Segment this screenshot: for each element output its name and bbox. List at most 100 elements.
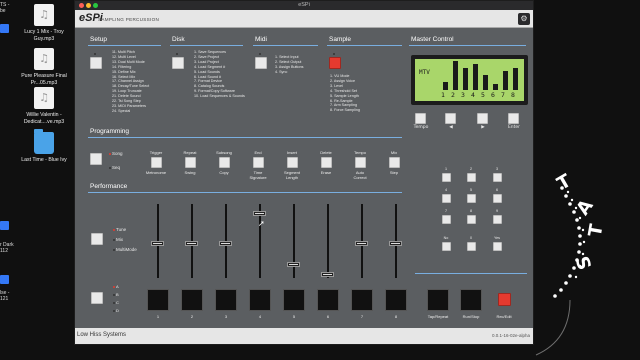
bank-label: A [116,284,119,289]
drum-pad[interactable] [351,289,373,311]
app-subtitle: SAMPLING PERCUSSION [98,17,160,22]
drum-pad[interactable] [181,289,203,311]
prog-button[interactable] [151,157,162,168]
desktop-app-icon[interactable] [0,221,9,230]
tune-mode-label: Tune [116,227,127,232]
drum-pad[interactable] [317,289,339,311]
setup-button[interactable] [90,57,102,69]
prog-button-bottom-label: Step [389,170,399,175]
audio-file-icon [34,4,54,26]
keypad-button[interactable] [493,215,502,224]
desktop-file-label: Pure Pleasure Final Pr...05.mp3 [21,73,67,86]
wallpaper-decoration: T A T S [530,0,640,360]
lcd-channel-number: 2 [451,91,455,99]
transport-tap-repeat-button[interactable] [427,289,449,311]
desktop-folder-label: Last Time - Blue Ivy [21,157,67,163]
pad-number: 6 [326,314,330,319]
fader-knob[interactable] [287,262,300,267]
section-title-disk: Disk [172,36,185,43]
keypad-button[interactable] [442,194,451,203]
fader-knob[interactable] [151,241,164,246]
drum-pad[interactable] [215,289,237,311]
midi-button[interactable] [255,57,267,69]
bank-label: D [116,308,119,313]
prog-button[interactable] [321,157,332,168]
prog-button[interactable] [355,157,366,168]
keypad-label: 1 [444,167,448,171]
keypad-button[interactable] [467,215,476,224]
keypad-button[interactable] [467,194,476,203]
menu-item: 4. Sync [275,69,288,74]
master-nav-button[interactable] [445,113,456,124]
keypad-button[interactable] [442,173,451,182]
sample-led [333,53,335,55]
multimode-led [113,249,115,251]
prog-button-bottom-label: Segment Length [283,170,300,180]
window-title: eSPi [298,2,310,8]
desktop-app-icon[interactable] [0,275,9,284]
transport-rec-edit-button[interactable] [498,293,511,306]
fader-knob[interactable] [355,241,368,246]
keypad-label: 8 [469,209,473,213]
desktop-file-item[interactable]: Lucy 1 Mix - Troy Guy.mp3 [14,4,74,43]
drum-pad[interactable] [249,289,271,311]
section-title-midi: Midi [255,36,267,43]
section-rule [88,192,402,193]
prog-button[interactable] [185,157,196,168]
version-label: 0.0.1-16-02e-alpha [491,333,530,338]
fader-knob[interactable] [219,241,232,246]
lcd-channel-number: 1 [441,91,445,99]
prog-button[interactable] [253,157,264,168]
fader-knob[interactable] [321,272,334,277]
window-titlebar[interactable]: eSPi [75,1,533,10]
desktop-edge-label-bottom: lse -121 [0,290,10,302]
multimode-label: MultiMode [116,247,137,252]
keypad-button[interactable] [442,215,451,224]
prog-button-top-label: Insert [286,150,297,155]
lcd-channel-number: 5 [481,91,485,99]
section-title-setup: Setup [90,36,107,43]
song-seq-toggle-button[interactable] [90,153,102,165]
sample-button[interactable] [329,57,341,69]
drum-pad[interactable] [147,289,169,311]
gear-icon: ⚙ [520,14,528,23]
desktop-app-icon[interactable] [0,24,9,33]
prog-button[interactable] [287,157,298,168]
keypad-button[interactable] [493,194,502,203]
keypad-button[interactable] [442,242,451,251]
desktop-file-item[interactable]: Willie Valentin - Dedicat....ve.mp3 [14,87,74,126]
keypad-label: 6 [495,188,499,192]
master-nav-button[interactable] [477,113,488,124]
keypad-button[interactable] [467,242,476,251]
audio-file-icon [34,48,54,70]
master-nav-button[interactable] [508,113,519,124]
prog-button-bottom-label: Time Signature [249,170,267,180]
fader-knob[interactable] [185,241,198,246]
prog-button[interactable] [219,157,230,168]
desktop-folder-item[interactable]: Last Time - Blue Ivy [14,129,74,164]
mix-mode-led [113,239,115,241]
lcd-screen: MTV 12345678 [415,59,524,101]
bank-select-button[interactable] [91,292,103,304]
lcd-display: MTV 12345678 [411,55,528,105]
transport-run-stop-button[interactable] [460,289,482,311]
prog-button[interactable] [389,157,400,168]
keypad-button[interactable] [467,173,476,182]
desktop-file-item[interactable]: Pure Pleasure Final Pr...05.mp3 [14,48,74,87]
prog-button-bottom-label: Erase [320,170,332,175]
drum-pad[interactable] [385,289,407,311]
settings-button[interactable]: ⚙ [518,13,530,25]
master-nav-button[interactable] [415,113,426,124]
keypad-button[interactable] [493,242,502,251]
fader-knob[interactable] [389,241,402,246]
desktop-edge-label-top: TS - be [0,2,10,14]
prog-button-top-label: Tempo [353,150,366,155]
fader-knob[interactable] [253,211,266,216]
keypad-button[interactable] [493,173,502,182]
drum-pad[interactable] [283,289,305,311]
app-header: eSPi SAMPLING PERCUSSION ⚙ [75,10,533,28]
section-rule [253,45,318,46]
disk-menu-list: 1. Save Sequences 2. Save Project 3. Load … [194,50,245,99]
disk-button[interactable] [172,57,184,69]
tune-mix-mode-button[interactable] [91,233,103,245]
